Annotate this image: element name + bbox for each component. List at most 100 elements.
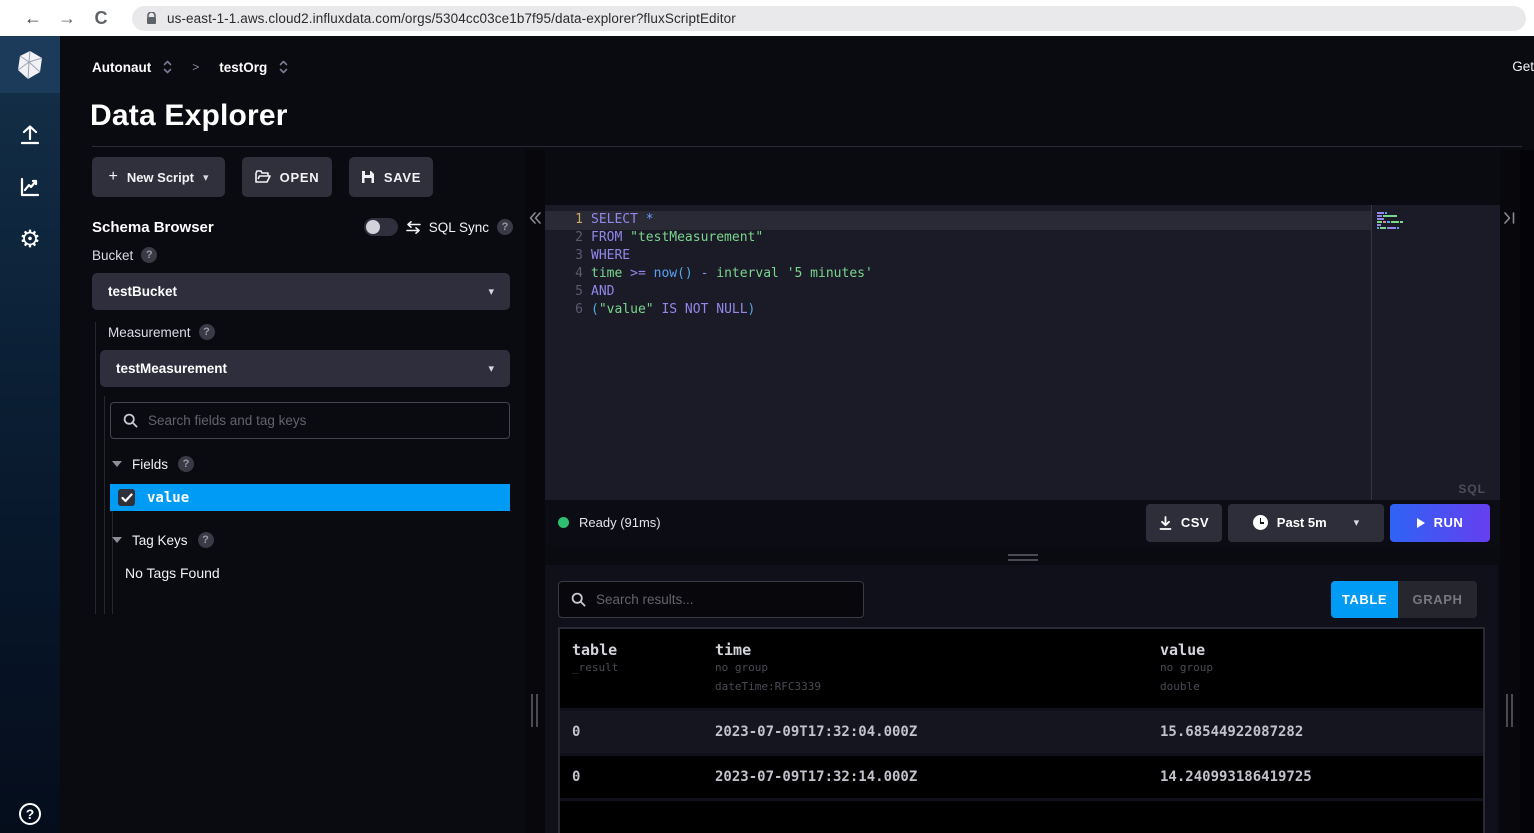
browser-back-icon[interactable]: ← <box>16 8 50 29</box>
sidebar-item-home[interactable] <box>0 36 60 93</box>
tag-keys-section-row[interactable]: Tag Keys ? <box>112 532 214 548</box>
bucket-help-icon[interactable]: ? <box>141 247 157 263</box>
fields-help-icon[interactable]: ? <box>178 456 194 472</box>
bucket-dropdown[interactable]: testBucket ▾ <box>92 273 510 310</box>
app-root: ← → C us-east-1-1.aws.cloud2.influxdata.… <box>0 0 1534 833</box>
open-button[interactable]: OPEN <box>242 157 332 197</box>
collapsed-right-panel <box>1520 150 1534 833</box>
tab-table[interactable]: TABLE <box>1331 581 1398 618</box>
address-bar[interactable]: us-east-1-1.aws.cloud2.influxdata.com/or… <box>132 6 1526 31</box>
table-row: 02023-07-09T17:32:14.000Z14.240993186419… <box>560 756 1483 798</box>
lock-icon <box>146 12 157 25</box>
chevron-down-icon: ▾ <box>203 171 209 184</box>
line-number: 5 <box>545 283 583 301</box>
breadcrumb: Autonaut > testOrg <box>92 56 288 78</box>
query-status-bar: Ready (91ms) CSV Past 5m ▾ RUN <box>545 500 1500 545</box>
results-table-header: table_resulttimeno groupdateTime:RFC3339… <box>560 629 1483 708</box>
fields-section-row[interactable]: Fields ? <box>112 456 194 472</box>
tag-keys-help-icon[interactable]: ? <box>198 532 214 548</box>
schema-search[interactable] <box>110 402 510 439</box>
measurement-dropdown[interactable]: testMeasurement ▾ <box>100 350 510 387</box>
line-number: 2 <box>545 229 583 247</box>
horizontal-drag-handle[interactable] <box>1008 554 1038 561</box>
code-area[interactable]: SELECT *FROM "testMeasurement"WHEREtime … <box>591 211 1370 319</box>
code-line: AND <box>591 283 1370 301</box>
schema-browser-header: Schema Browser SQL Sync ? <box>92 218 513 236</box>
sidebar-item-load-data[interactable] <box>0 109 60 161</box>
results-search[interactable] <box>558 581 864 618</box>
results-panel: 1 tables 30 rows TABLE GRAPH table_resul… <box>545 565 1498 833</box>
results-table[interactable]: table_resulttimeno groupdateTime:RFC3339… <box>558 627 1485 833</box>
save-label: SAVE <box>384 170 421 185</box>
folder-icon <box>255 170 271 184</box>
code-line: ("value" IS NOT NULL) <box>591 301 1370 319</box>
play-icon <box>1417 518 1425 528</box>
sql-sync-toggle[interactable] <box>364 218 398 236</box>
browser-chrome: ← → C us-east-1-1.aws.cloud2.influxdata.… <box>0 0 1534 36</box>
chevron-updown-icon[interactable] <box>163 60 172 74</box>
editor-gutter: 123456 <box>545 211 583 319</box>
save-button[interactable]: SAVE <box>349 157 433 197</box>
header-promo-text[interactable]: Get <box>1512 59 1534 74</box>
browser-forward-icon[interactable]: → <box>50 8 84 29</box>
tab-graph[interactable]: GRAPH <box>1398 581 1477 618</box>
indent-guide <box>95 322 96 614</box>
expand-right-icon[interactable] <box>1503 212 1517 224</box>
csv-download-button[interactable]: CSV <box>1146 504 1222 542</box>
breadcrumb-account[interactable]: Autonaut <box>92 60 151 75</box>
sidebar-item-data-explorer[interactable] <box>0 161 60 213</box>
bucket-label: Bucket ? <box>92 247 157 263</box>
value-checkbox[interactable] <box>118 489 135 506</box>
left-panel-gutter[interactable] <box>525 150 545 833</box>
plus-icon: + <box>108 168 117 186</box>
download-icon <box>1159 516 1172 530</box>
editor-minimap[interactable] <box>1377 212 1403 229</box>
fields-label: Fields <box>132 457 168 472</box>
field-value-label: value <box>147 490 189 506</box>
results-toolbar: 1 tables 30 rows TABLE GRAPH <box>558 581 1477 618</box>
indent-guide <box>104 396 105 614</box>
clock-icon <box>1253 515 1268 530</box>
measurement-help-icon[interactable]: ? <box>199 324 215 340</box>
line-number: 4 <box>545 265 583 283</box>
sidebar-item-settings[interactable]: ⚙ <box>0 213 60 265</box>
gear-icon: ⚙ <box>19 225 41 253</box>
tag-keys-label: Tag Keys <box>132 533 188 548</box>
query-status-text: Ready (91ms) <box>579 515 661 530</box>
csv-label: CSV <box>1181 515 1209 530</box>
field-item-value[interactable]: value <box>110 484 510 511</box>
section-caret-icon[interactable] <box>112 537 122 543</box>
run-button[interactable]: RUN <box>1390 504 1490 542</box>
chevron-updown-icon[interactable] <box>279 60 288 74</box>
measurement-selected-value: testMeasurement <box>116 361 227 376</box>
code-line: FROM "testMeasurement" <box>591 229 1370 247</box>
collapse-left-icon[interactable] <box>528 212 542 224</box>
results-search-input[interactable] <box>596 592 851 607</box>
section-caret-icon[interactable] <box>112 461 122 467</box>
sidebar-item-help[interactable]: ? <box>0 803 60 825</box>
run-label: RUN <box>1434 515 1464 530</box>
right-panel-gutter[interactable] <box>1500 150 1520 833</box>
bucket-selected-value: testBucket <box>108 284 177 299</box>
sql-sync-help-icon[interactable]: ? <box>497 219 513 235</box>
sql-editor[interactable]: 123456 SELECT *FROM "testMeasurement"WHE… <box>545 205 1500 500</box>
new-script-button[interactable]: + New Script ▾ <box>92 157 225 197</box>
save-icon <box>361 170 375 184</box>
chevron-down-icon: ▾ <box>488 285 494 298</box>
code-line: time >= now() - interval '5 minutes' <box>591 265 1370 283</box>
title-divider <box>92 146 1522 147</box>
vertical-drag-handle[interactable] <box>1506 694 1513 727</box>
measurement-label: Measurement ? <box>108 324 215 340</box>
code-line: SELECT * <box>591 211 1370 229</box>
line-number: 1 <box>545 211 583 229</box>
no-tags-text: No Tags Found <box>125 565 220 581</box>
schema-search-input[interactable] <box>148 413 497 428</box>
vertical-drag-handle[interactable] <box>531 694 538 727</box>
nav-sidebar: ⚙ ? <box>0 36 60 833</box>
column-header: timeno groupdateTime:RFC3339 <box>715 641 1160 694</box>
browser-reload-icon[interactable]: C <box>84 8 118 29</box>
time-range-dropdown[interactable]: Past 5m ▾ <box>1228 504 1384 542</box>
url-text: us-east-1-1.aws.cloud2.influxdata.com/or… <box>167 11 736 26</box>
breadcrumb-org[interactable]: testOrg <box>219 60 267 75</box>
language-label: SQL <box>1458 482 1486 496</box>
